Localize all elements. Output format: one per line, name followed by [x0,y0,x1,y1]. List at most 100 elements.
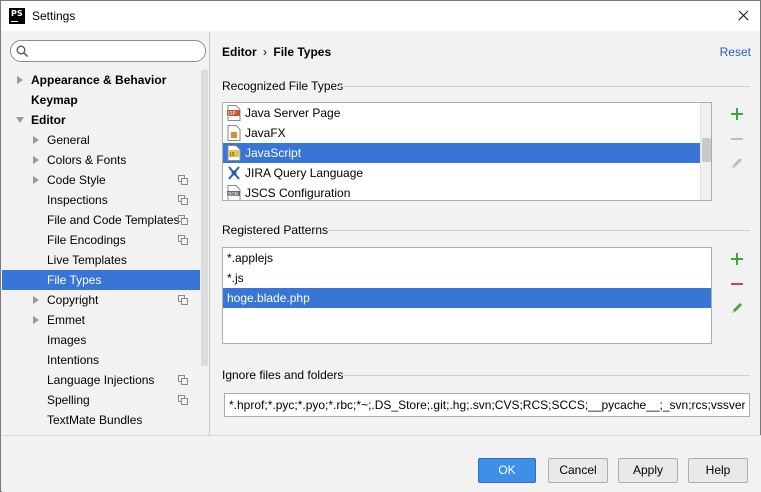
sidebar-item-language-injections[interactable]: Language Injections [2,370,200,390]
sidebar-item-spelling[interactable]: Spelling [2,390,200,410]
expand-arrow-down-icon[interactable] [16,117,24,123]
sidebar-item-label: Emmet [47,313,86,327]
pattern-row[interactable]: *.js [223,268,711,288]
settings-tree: Appearance & Behavior Keymap Editor General… [2,70,200,430]
divider [336,86,750,87]
search-input[interactable] [45,44,200,58]
expand-arrow-right-icon[interactable] [17,76,23,84]
sidebar-item-editor[interactable]: Editor [2,110,200,130]
phpstorm-app-icon: PS [9,8,25,24]
file-type-label: JavaFX [245,126,286,140]
expand-arrow-right-icon[interactable] [33,136,39,144]
file-type-label: JIRA Query Language [245,166,364,180]
title-bar: PS Settings [1,1,760,31]
sidebar-item-keymap[interactable]: Keymap [2,90,200,110]
file-type-row[interactable]: JSP Java Server Page [223,103,711,123]
sidebar-item-emmet[interactable]: Emmet [2,310,200,330]
settings-sidebar: Appearance & Behavior Keymap Editor General… [2,32,210,435]
file-type-label: JavaScript [245,146,302,160]
registered-patterns-label: Registered Patterns [222,223,329,237]
sidebar-item-textmate-bundles[interactable]: TextMate Bundles [2,410,200,430]
sidebar-item-label: TextMate Bundles [47,413,143,427]
project-settings-icon [178,175,188,185]
javafx-file-icon [227,125,241,141]
sidebar-item-file-and-code-templates[interactable]: File and Code Templates [2,210,200,230]
search-icon [16,45,29,58]
sidebar-item-copyright[interactable]: Copyright [2,290,200,310]
reset-link[interactable]: Reset [720,45,751,59]
expand-arrow-right-icon[interactable] [33,176,39,184]
sidebar-item-file-encodings[interactable]: File Encodings [2,230,200,250]
help-button[interactable]: Help [688,458,748,483]
sidebar-item-label: Spelling [47,393,90,407]
ok-button[interactable]: OK [478,458,536,483]
expand-arrow-right-icon[interactable] [33,316,39,324]
pattern-label: *.js [227,271,244,285]
sidebar-item-live-templates[interactable]: Live Templates [2,250,200,270]
sidebar-item-file-types[interactable]: File Types [2,270,200,290]
pattern-label: *.applejs [227,251,274,265]
ignore-files-input[interactable] [224,393,750,417]
add-file-type-icon[interactable] [729,106,745,122]
project-settings-icon [178,395,188,405]
dialog-button-bar: OK Cancel Apply Help [2,435,761,492]
sidebar-item-label: File and Code Templates [47,213,180,227]
file-type-row[interactable]: JS JavaScript [223,143,711,163]
sidebar-item-inspections[interactable]: Inspections [2,190,200,210]
project-settings-icon [178,195,188,205]
sidebar-item-appearance-behavior[interactable]: Appearance & Behavior [2,70,200,90]
ignore-files-label: Ignore files and folders [222,368,344,382]
pattern-row[interactable]: *.applejs [223,248,711,268]
sidebar-item-label: Colors & Fonts [47,153,127,167]
sidebar-item-label: Appearance & Behavior [31,73,167,87]
recognized-file-types-label: Recognized File Types [222,79,344,93]
file-types-panel: Editor › File Types Reset Recognized Fil… [211,32,760,435]
file-type-row[interactable]: JavaFX [223,123,711,143]
divider [326,230,750,231]
sidebar-item-label: Language Injections [47,373,155,387]
sidebar-item-label: Keymap [31,93,78,107]
project-settings-icon [178,215,188,225]
sidebar-item-label: Intentions [47,353,100,367]
sidebar-scrollbar[interactable] [201,70,208,366]
recognized-file-types-list[interactable]: JSP Java Server Page JavaFX JS JavaScript JIR… [222,102,712,201]
edit-pattern-icon[interactable] [729,300,745,316]
window-title: Settings [32,9,76,23]
file-type-label: Java Server Page [245,106,341,120]
cancel-button[interactable]: Cancel [548,458,608,483]
sidebar-item-label: File Types [47,273,102,287]
recognized-list-scrollbar[interactable] [700,103,711,200]
divider [341,375,750,376]
project-settings-icon [178,295,188,305]
sidebar-item-colors-fonts[interactable]: Colors & Fonts [2,150,200,170]
sidebar-item-label: Images [47,333,87,347]
sidebar-item-images[interactable]: Images [2,330,200,350]
sidebar-item-label: Copyright [47,293,99,307]
breadcrumb-current: File Types [273,45,332,59]
sidebar-item-intentions[interactable]: Intentions [2,350,200,370]
remove-file-type-icon[interactable] [729,131,745,147]
file-type-row[interactable]: JIRA Query Language [223,163,711,183]
svg-text:JSON: JSON [227,191,238,196]
search-box[interactable] [10,40,206,62]
sidebar-item-code-style[interactable]: Code Style [2,170,200,190]
pattern-label: hoge.blade.php [227,291,310,305]
breadcrumb: Editor › File Types [222,45,331,59]
registered-patterns-list[interactable]: *.applejs *.js hoge.blade.php [222,247,712,344]
js-file-icon: JS [227,145,241,161]
file-type-row[interactable]: JSON JSCS Configuration [223,183,711,200]
close-icon[interactable] [732,5,754,27]
pattern-row[interactable]: hoge.blade.php [223,288,711,308]
sidebar-item-label: File Encodings [47,233,126,247]
sidebar-item-general[interactable]: General [2,130,200,150]
sidebar-item-label: General [47,133,90,147]
add-pattern-icon[interactable] [729,251,745,267]
remove-pattern-icon[interactable] [729,276,745,292]
edit-file-type-icon[interactable] [729,155,745,171]
sidebar-item-label: Inspections [47,193,108,207]
apply-button[interactable]: Apply [618,458,678,483]
expand-arrow-right-icon[interactable] [33,156,39,164]
expand-arrow-right-icon[interactable] [33,296,39,304]
svg-text:JS: JS [229,152,235,158]
sidebar-item-label: Live Templates [47,253,127,267]
